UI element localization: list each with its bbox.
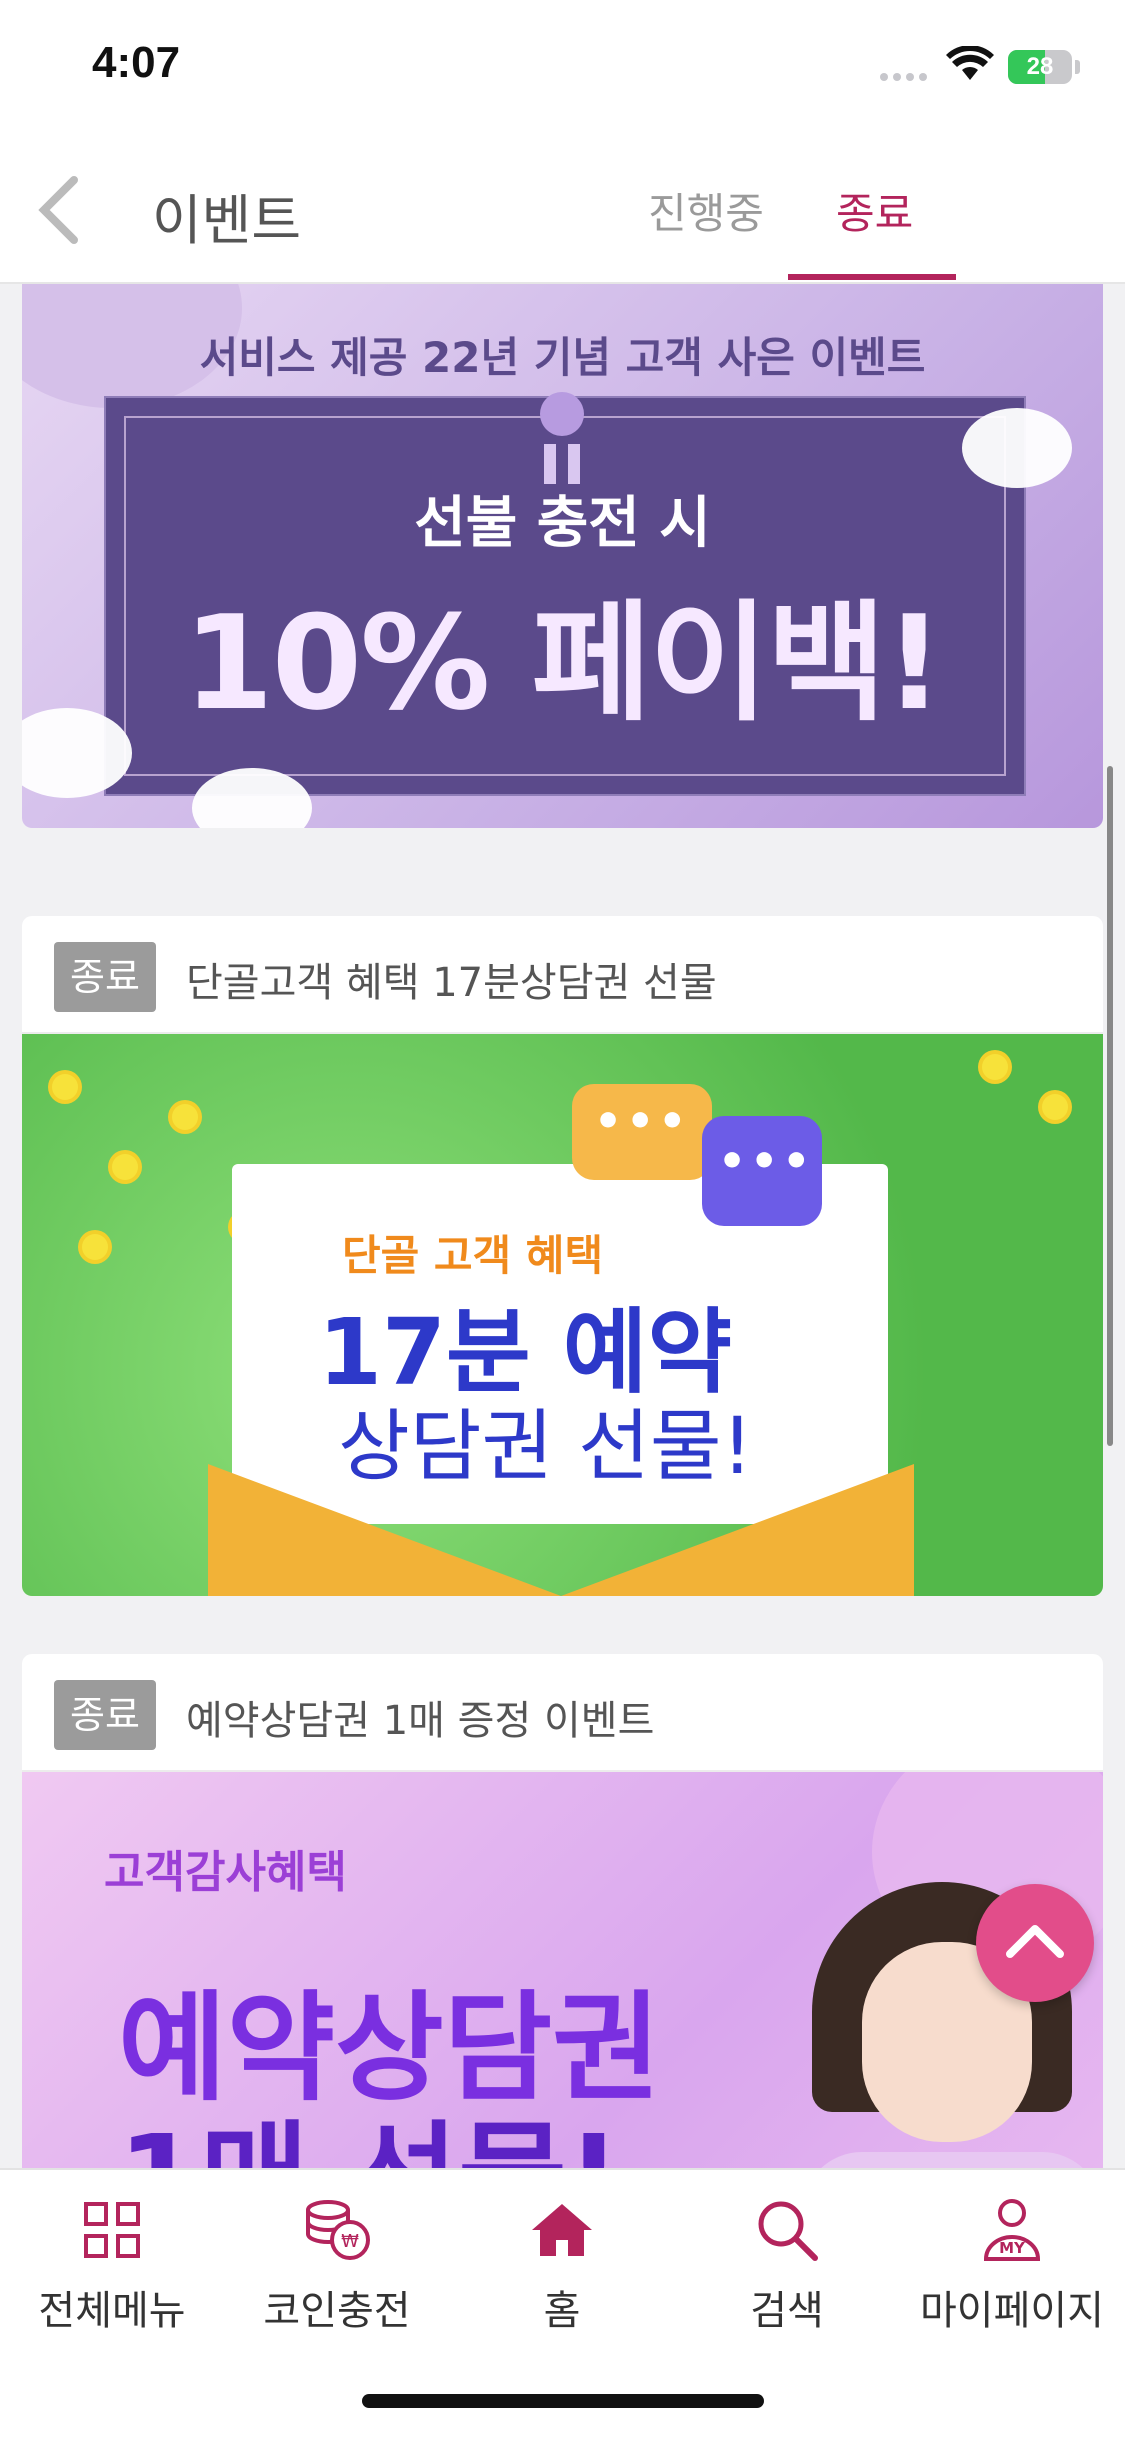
event-card[interactable]: 종료 예약상담권 1매 증정 이벤트 고객감사혜택 예약상담권 1매 선물!: [22, 1654, 1103, 2168]
banner-line3: 1매 선물!: [118, 2082, 621, 2168]
back-arrow-icon[interactable]: [30, 172, 90, 248]
event-card-header: 종료 단골고객 혜택 17분상담권 선물: [22, 916, 1103, 1034]
chevron-up-icon: [1006, 1925, 1064, 1958]
banner-sub-text: 선불 충전 시: [414, 491, 711, 556]
svg-text:₩: ₩: [341, 2231, 359, 2252]
tab-all-menu[interactable]: 전체메뉴: [12, 2190, 212, 2336]
event-card[interactable]: 종료 단골고객 혜택 17분상담권 선물 ••• ••• 단골 고객 혜택 17…: [22, 916, 1103, 1596]
status-bar: 4:07 28: [0, 0, 1125, 140]
coins-icon: ₩: [306, 2200, 370, 2260]
page-title: 이벤트: [152, 189, 302, 252]
chat-bubble-icon: •••: [572, 1084, 712, 1180]
banner-big-text: 10% 페이백!: [183, 587, 944, 739]
event-list[interactable]: 서비스 제공 22년 기념 고객 사은 이벤트 선불 충전 시 10% 페이백!…: [0, 284, 1125, 2168]
home-icon: [532, 2204, 592, 2256]
banner-top-text: 서비스 제공 22년 기념 고객 사은 이벤트: [199, 333, 926, 382]
battery-level: 28: [1026, 53, 1054, 80]
event-banner-payback[interactable]: 서비스 제공 22년 기념 고객 사은 이벤트 선불 충전 시 10% 페이백!: [22, 284, 1103, 828]
event-title: 예약상담권 1매 증정 이벤트: [186, 1698, 655, 1744]
tab-label: 코인충전: [263, 2288, 411, 2334]
search-icon: [758, 2201, 818, 2261]
banner-line1: 고객감사혜택: [104, 1847, 347, 1898]
event-card[interactable]: 서비스 제공 22년 기념 고객 사은 이벤트 선불 충전 시 10% 페이백!: [22, 284, 1103, 828]
battery-icon: 28: [1008, 50, 1072, 84]
my-page-icon: MY: [983, 2199, 1041, 2261]
event-title: 단골고객 혜택 17분상담권 선물: [186, 960, 717, 1006]
active-tab-indicator: [788, 274, 956, 280]
app-header: 이벤트 진행중 종료: [0, 140, 1125, 284]
home-indicator: [362, 2394, 764, 2408]
tab-my-page[interactable]: MY 마이페이지: [912, 2190, 1112, 2336]
tab-label: 마이페이지: [920, 2288, 1104, 2334]
tab-label: 홈: [543, 2288, 581, 2334]
banner-line3: 상담권 선물!: [338, 1402, 753, 1492]
tab-label: 전체메뉴: [38, 2288, 186, 2334]
chat-bubble-icon: •••: [702, 1116, 822, 1226]
scrollbar[interactable]: [1107, 766, 1113, 1446]
status-badge: 종료: [54, 1680, 156, 1750]
status-time: 4:07: [92, 38, 181, 87]
tab-coin-charge[interactable]: ₩ 코인충전: [237, 2190, 437, 2336]
event-banner-17min[interactable]: ••• ••• 단골 고객 혜택 17분 예약 상담권 선물!: [22, 1034, 1103, 1596]
grid-icon: [84, 2202, 140, 2258]
tab-label: 검색: [750, 2288, 824, 2334]
tab-home[interactable]: 홈: [462, 2190, 662, 2336]
event-banner-reservation[interactable]: 고객감사혜택 예약상담권 1매 선물!: [22, 1772, 1103, 2168]
tab-ended[interactable]: 종료: [836, 180, 913, 241]
svg-text:MY: MY: [999, 2239, 1026, 2257]
cloud-decoration: [962, 408, 1072, 488]
event-card-header: 종료 예약상담권 1매 증정 이벤트: [22, 1654, 1103, 1772]
banner-line1: 단골 고객 혜택: [342, 1231, 604, 1280]
tab-search[interactable]: 검색: [687, 2190, 887, 2336]
tab-ongoing[interactable]: 진행중: [648, 180, 764, 241]
wifi-icon: [946, 46, 994, 80]
status-badge: 종료: [54, 942, 156, 1012]
cellular-signal-icon: [880, 66, 932, 85]
scroll-top-button[interactable]: [976, 1884, 1094, 2002]
